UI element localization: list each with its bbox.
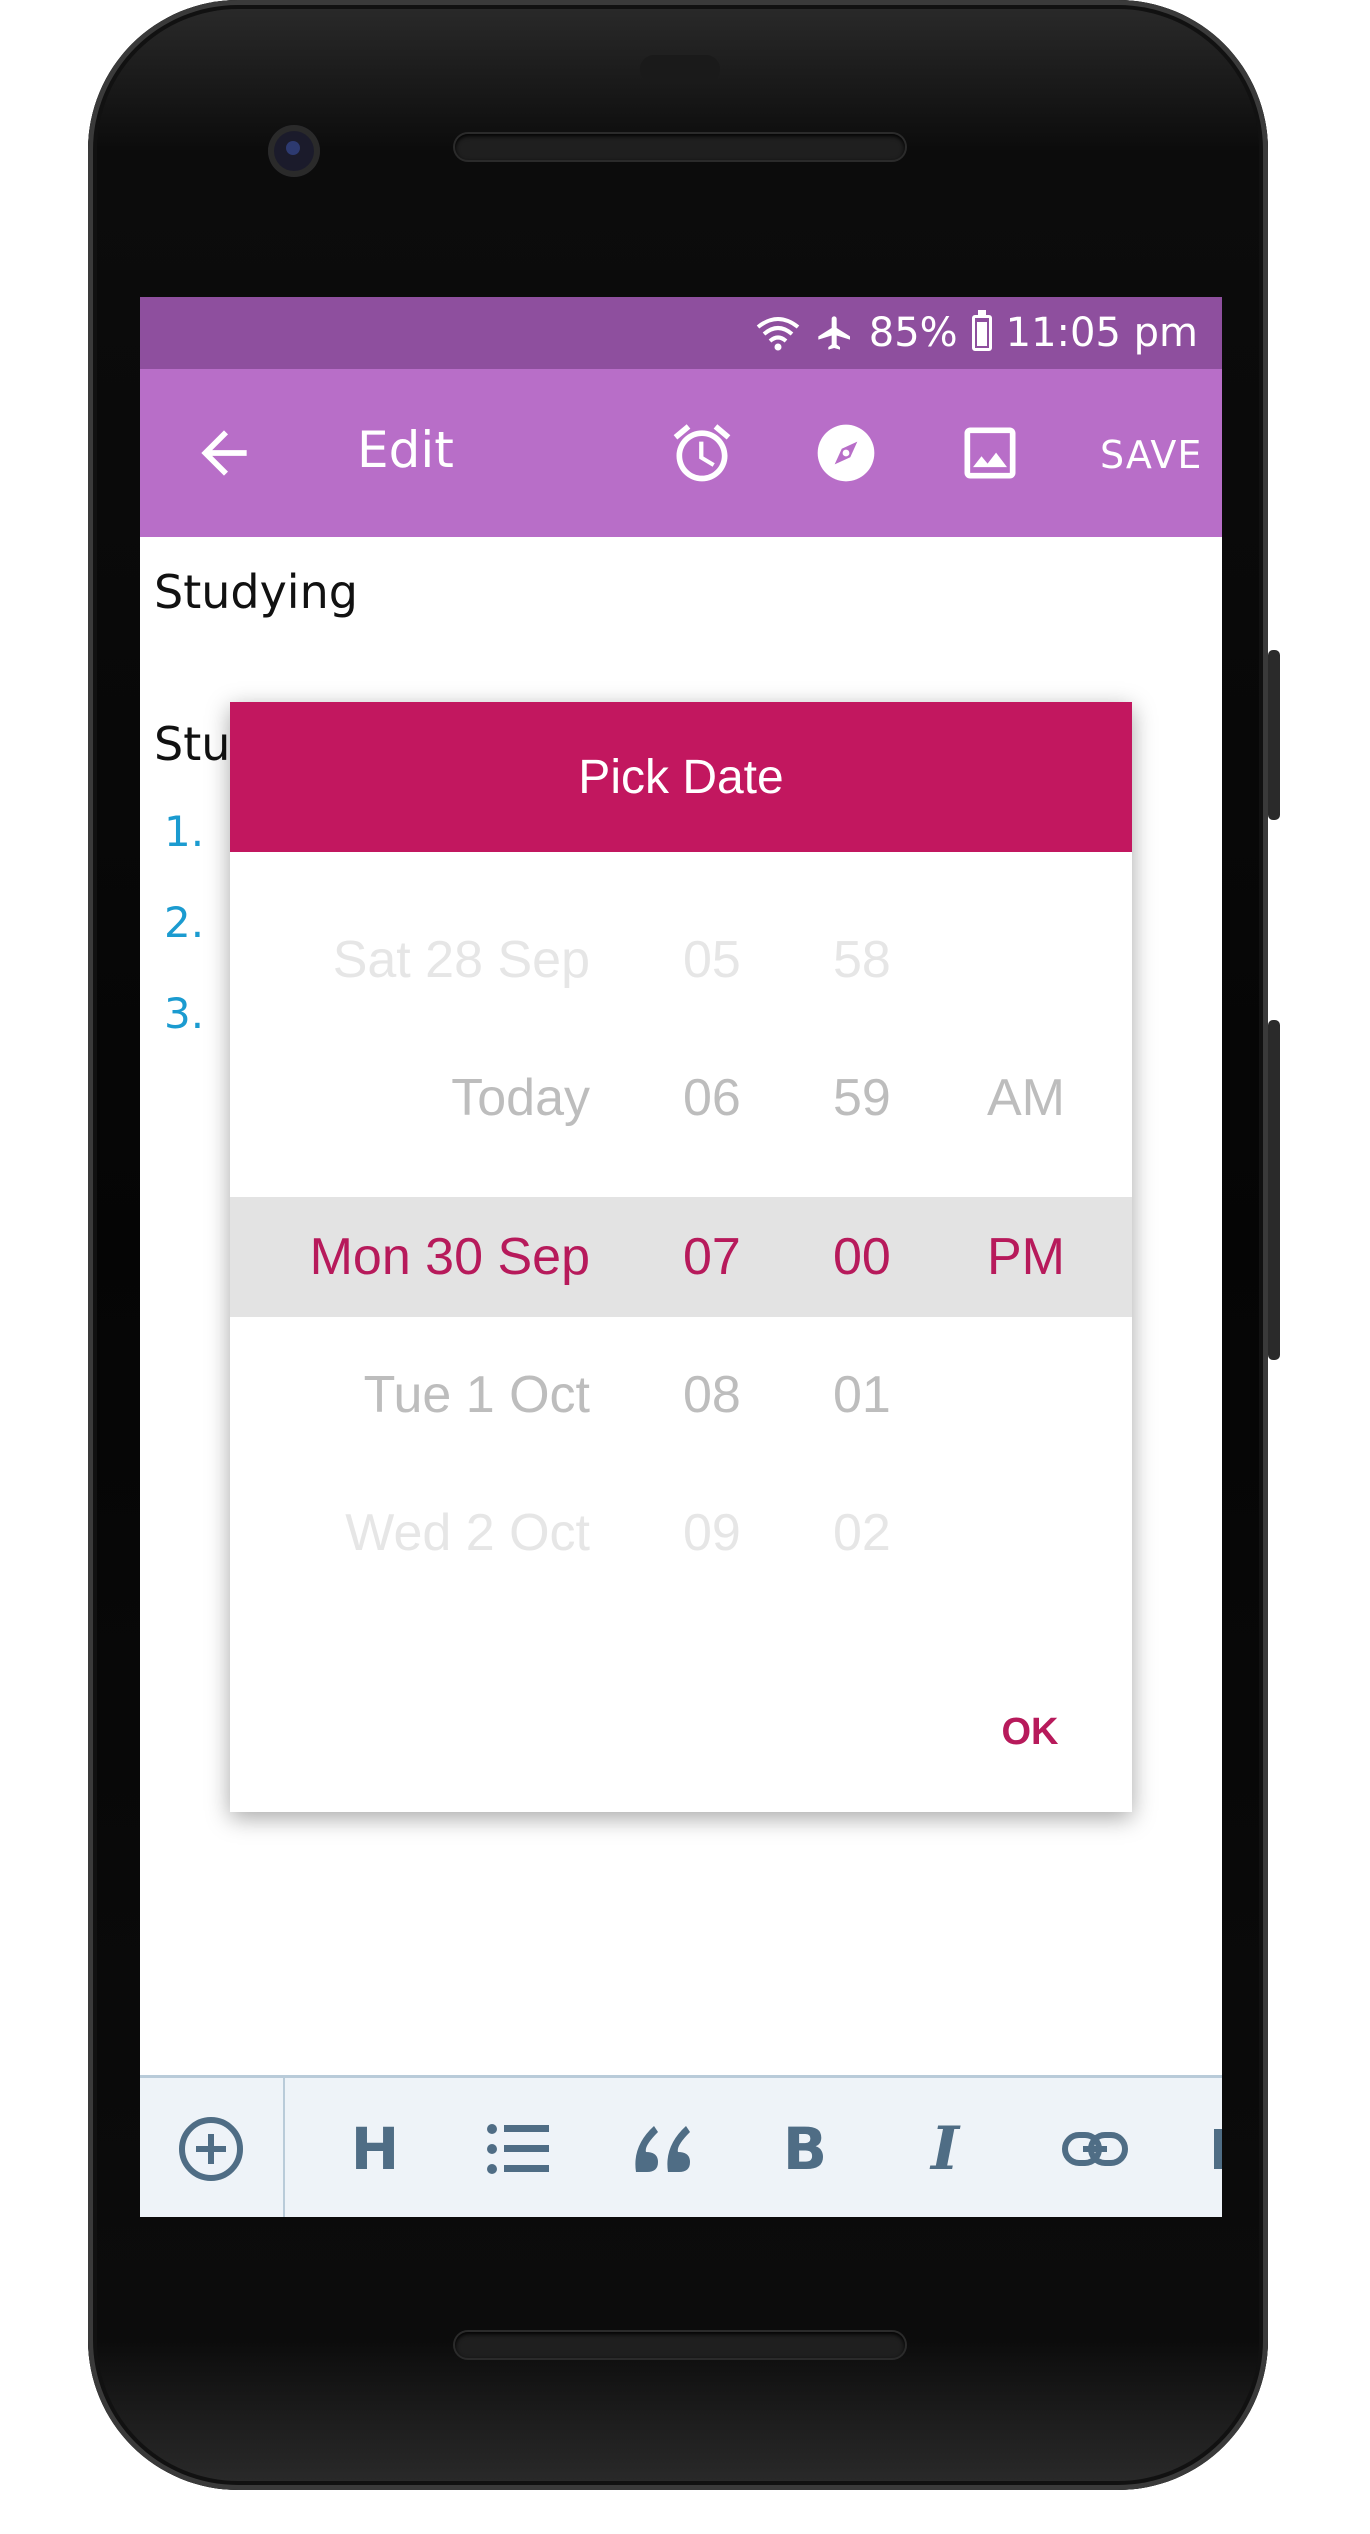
list-item-number: 3. [164,989,205,1038]
clock: 11:05 pm [1005,310,1198,356]
bullet-list-icon [487,2124,549,2174]
alarm-icon[interactable] [668,419,736,487]
overflow-icon [1214,2129,1222,2169]
pick-date-dialog: Pick Date Sat 28 Sep Today Mon 30 Sep Tu… [230,702,1132,1812]
italic-icon: I [930,2114,960,2184]
add-circle-icon [179,2117,243,2181]
heading-button[interactable]: H [345,2115,405,2183]
power-button [1268,1020,1280,1360]
hour-option[interactable]: 05 [683,925,741,995]
minute-option[interactable]: 58 [833,925,891,995]
proximity-sensor [640,55,720,83]
quote-button[interactable] [630,2118,696,2180]
volume-button [1268,650,1280,820]
quote-icon [635,2126,690,2172]
ampm-option[interactable]: AM [987,1063,1065,1133]
wifi-icon [755,313,801,353]
bold-icon: B [782,2115,828,2183]
compass-icon[interactable] [812,419,880,487]
date-option-selected[interactable]: Mon 30 Sep [230,1222,590,1292]
minute-option-selected[interactable]: 00 [833,1222,891,1292]
note-title[interactable]: Studying [154,565,358,619]
minute-option[interactable]: 01 [833,1360,891,1430]
back-arrow-icon[interactable] [190,419,258,487]
heading-icon: H [350,2115,400,2183]
front-camera [268,125,320,177]
app-bar: Edit SAVE [140,369,1222,537]
ampm-option-selected[interactable]: PM [987,1222,1065,1292]
hour-option[interactable]: 08 [683,1360,741,1430]
date-option[interactable]: Today [230,1063,590,1133]
bullet-list-button[interactable] [485,2118,551,2180]
hour-option[interactable]: 06 [683,1063,741,1133]
screen: 85% 11:05 pm Edit SAVE Studying Stud 1. … [140,297,1222,2217]
hour-option[interactable]: 09 [683,1498,741,1568]
battery-icon [971,310,992,351]
ok-button[interactable]: OK [980,1702,1080,1762]
formatting-toolbar: H B I [140,2075,1222,2217]
dialog-title: Pick Date [230,702,1132,852]
hour-option-selected[interactable]: 07 [683,1222,741,1292]
more-tool-button[interactable] [1214,2118,1222,2180]
airplane-icon [815,313,855,353]
link-icon [1062,2132,1128,2166]
status-bar: 85% 11:05 pm [140,297,1222,369]
bottom-speaker [455,2332,905,2358]
bold-button[interactable]: B [775,2115,835,2183]
date-option[interactable]: Tue 1 Oct [230,1360,590,1430]
earpiece-speaker [455,134,905,160]
date-option[interactable]: Sat 28 Sep [230,925,590,995]
list-item-number: 2. [164,898,205,947]
minute-option[interactable]: 02 [833,1498,891,1568]
link-button[interactable] [1060,2118,1130,2180]
minute-option[interactable]: 59 [833,1063,891,1133]
add-button[interactable] [140,2078,285,2217]
image-icon[interactable] [956,419,1024,487]
save-button[interactable]: SAVE [1100,433,1202,477]
page-title: Edit [357,421,454,479]
list-item-number: 1. [164,807,205,856]
italic-button[interactable]: I [920,2114,970,2184]
date-option[interactable]: Wed 2 Oct [230,1498,590,1568]
battery-percent: 85% [868,310,958,356]
